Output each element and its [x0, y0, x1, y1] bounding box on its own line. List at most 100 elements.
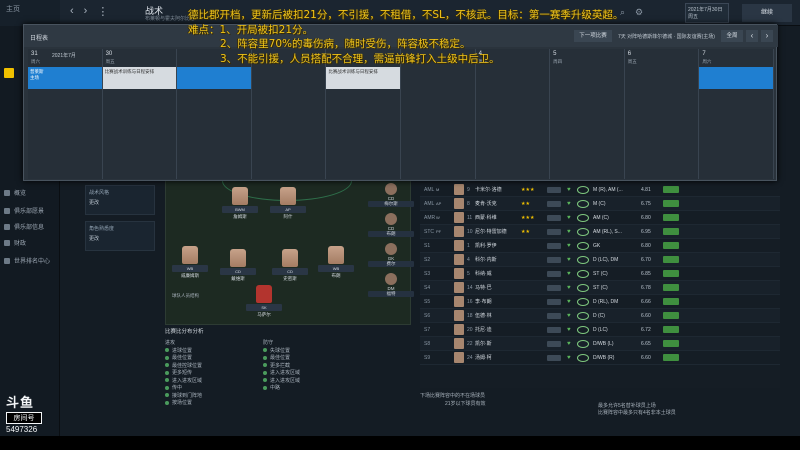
schedule-event[interactable]	[177, 67, 251, 89]
pitch-player[interactable]: BWM 詹姆斯	[222, 187, 258, 220]
schedule-day[interactable]	[251, 49, 327, 179]
bench-player[interactable]: DM 福特	[368, 273, 414, 301]
table-row[interactable]: AML AP 8 麦肯·沃克 ★★ ♥ M (C) 6.75	[420, 197, 780, 211]
condition-icon	[577, 339, 589, 348]
schedule-event[interactable]: 比赛战术训练与日程安排	[102, 67, 177, 89]
table-row[interactable]: S8 22 凯尔·斯 ♥ D/WB (L) 6.65	[420, 337, 780, 351]
player-name[interactable]: 卡米尔·洛德	[475, 186, 521, 193]
analysis-row: 中路	[263, 384, 383, 392]
player-name[interactable]: 科尔·内斯	[475, 256, 521, 263]
tactic-left-panel: 战术风格 更改 角色熟悉度 更改	[85, 185, 155, 255]
globe-icon	[4, 257, 10, 264]
table-row[interactable]: S3 5 科纳·威 ♥ ST (C) 6.85	[420, 267, 780, 281]
status-dot-icon	[165, 363, 169, 368]
table-row[interactable]: S9 24 汤姆·柯 ♥ D/WB (R) 6.60	[420, 351, 780, 365]
sidebar-item-overview[interactable]: 概览	[4, 188, 26, 197]
next-week-icon[interactable]: ›	[761, 30, 773, 42]
player-face	[282, 249, 298, 267]
table-row[interactable]: S7 20 托尼·迪 ♥ D (LC) 6.72	[420, 323, 780, 337]
heart-icon: ♥	[567, 326, 571, 333]
forward-arrow-icon[interactable]: ›	[84, 5, 88, 18]
table-row[interactable]: S5 16 李·布朗 ♥ D (RL), DM 6.66	[420, 295, 780, 309]
player-name[interactable]: 麦肯·沃克	[475, 200, 521, 207]
star-rating: ★★	[521, 228, 530, 235]
schedule-day[interactable]	[177, 49, 252, 179]
player-avatar	[454, 324, 464, 335]
sidebar-item-world-rank[interactable]: 世界排名中心	[4, 256, 50, 265]
condition-icon	[577, 297, 589, 306]
player-name[interactable]: 凯尔·斯	[475, 340, 521, 347]
schedule-day[interactable]: 7 周六	[699, 49, 774, 179]
rating-bar	[663, 186, 679, 193]
sidebar-item-club-info[interactable]: 俱乐部信息	[4, 222, 44, 231]
table-row[interactable]: S1 1 凯利·罗伊 ♥ GK 6.80	[420, 239, 780, 253]
schedule-day[interactable]: 30 周五 比赛战术训练与日程安排	[102, 49, 178, 179]
room-number: 5497326	[6, 425, 38, 434]
status-badge	[547, 312, 561, 319]
schedule-event[interactable]: 普莱斯 主场	[28, 67, 102, 89]
player-name[interactable]: 汤姆·柯	[475, 354, 521, 361]
prev-week-icon[interactable]: ‹	[746, 30, 758, 42]
table-row[interactable]: AMR W 11 西蒙·科维 ★★★ ♥ AM (C) 6.80	[420, 211, 780, 225]
change-button[interactable]: 更改	[89, 235, 151, 242]
player-name[interactable]: 尼尔·特雷加德	[475, 228, 521, 235]
sidebar-item-vision[interactable]: 俱乐部愿景	[4, 206, 44, 215]
schedule-event[interactable]	[699, 67, 773, 89]
bench-player[interactable]: CD 布朗	[368, 213, 414, 241]
home-area[interactable]: 主页	[0, 0, 60, 26]
schedule-day[interactable]: 31 周六 2021年7月 普莱斯 主场	[28, 49, 103, 179]
pin-icon[interactable]: ⋮	[97, 5, 108, 18]
pitch-player[interactable]: AP 阿什	[270, 187, 306, 220]
back-arrow-icon[interactable]: ‹	[70, 5, 74, 18]
schedule-day[interactable]: 5 周四	[550, 49, 625, 179]
sidebar-item-finances[interactable]: 财政	[4, 238, 26, 247]
status-dot-icon	[165, 378, 169, 383]
schedule-event[interactable]: 比赛战术训练与日程安排	[326, 67, 400, 89]
player-face	[182, 246, 198, 264]
player-name[interactable]: 西蒙·科维	[475, 214, 521, 221]
pitch-player[interactable]: SK 马萨尔	[246, 285, 282, 318]
status-badge	[547, 256, 561, 263]
status-badge	[547, 200, 561, 207]
table-row[interactable]: S2 4 科尔·内斯 ♥ D (LC), DM 6.70	[420, 253, 780, 267]
info-icon	[4, 223, 10, 230]
home-link[interactable]: 主页	[6, 4, 20, 14]
status-dot-icon	[165, 355, 169, 360]
player-name[interactable]: 托尼·迪	[475, 326, 521, 333]
status-badge	[547, 242, 561, 249]
player-name[interactable]: 李·布朗	[475, 298, 521, 305]
table-row[interactable]: AML M 9 卡米尔·洛德 ★★★ ♥ M (R), AM (... 4.81	[420, 183, 780, 197]
pitch-player[interactable]: CD 史密斯	[272, 249, 308, 282]
schedule-day[interactable]: 6 周五	[624, 49, 700, 179]
rating-bar	[663, 284, 679, 291]
pitch-player[interactable]: WB 布朗	[318, 246, 354, 279]
analysis-header: 比赛比分布分析	[165, 329, 204, 335]
table-row[interactable]: S6 18 伍德·林 ♥ D (C) 6.60	[420, 309, 780, 323]
active-item-marker	[4, 68, 14, 78]
player-name[interactable]: 马特·巴	[475, 284, 521, 291]
pitch-player[interactable]: CD 戴维斯	[220, 249, 256, 282]
table-row[interactable]: STC PF 10 尼尔·特雷加德 ★★ ♥ AM (RL), S... 6.95	[420, 225, 780, 239]
week-toggle[interactable]: 全周	[721, 30, 743, 42]
pitch-player[interactable]: WB 威廉姆斯	[172, 246, 208, 279]
schedule-day[interactable]: 比赛战术训练与日程安排	[326, 49, 401, 179]
heart-icon: ♥	[567, 284, 571, 291]
rating-bar	[663, 298, 679, 305]
table-row[interactable]: S4 14 马特·巴 ♥ ST (C) 6.78	[420, 281, 780, 295]
star-rating: ★★★	[521, 214, 535, 221]
player-name[interactable]: 伍德·林	[475, 312, 521, 319]
schedule-day[interactable]: 4 周三	[475, 49, 551, 179]
douyu-logo: 斗鱼	[6, 395, 35, 410]
annotation-line: 2、阵容里70%的毒伤病，随时受伤，阵容极不稳定。	[220, 38, 471, 50]
bench-player[interactable]: CD 梅尔斯	[368, 183, 414, 211]
annotation-line: 德比郡开档，更新后被扣21分，不引援，不租借，不SL，不核武。目标：第一赛季升级…	[188, 9, 624, 21]
change-button[interactable]: 更改	[89, 199, 151, 206]
player-avatar	[454, 310, 464, 321]
analysis-row: 更多拦截	[263, 362, 383, 370]
bench-player[interactable]: GK 费尔	[368, 243, 414, 271]
player-name[interactable]: 科纳·威	[475, 270, 521, 277]
player-avatar	[454, 212, 464, 223]
continue-button[interactable]: 继续	[742, 4, 792, 22]
schedule-day[interactable]	[400, 49, 476, 179]
player-name[interactable]: 凯利·罗伊	[475, 242, 521, 249]
